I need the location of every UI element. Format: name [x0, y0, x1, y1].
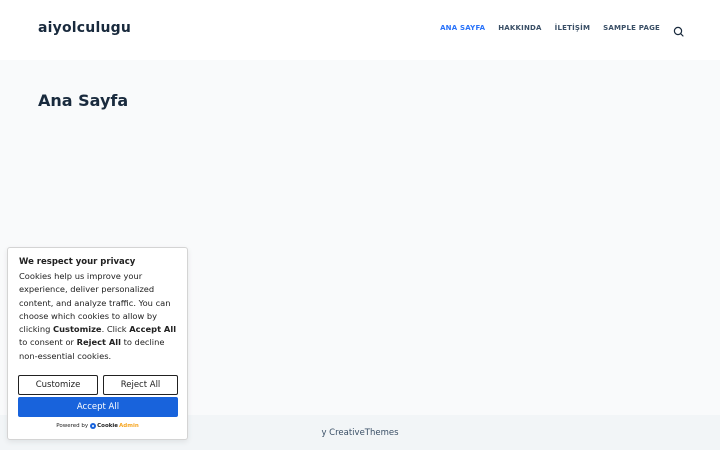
nav-item-ana-sayfa[interactable]: ANA SAYFA: [440, 24, 485, 32]
powered-by: Powered by Cookie Admin: [8, 423, 187, 429]
site-header: aiyolculugu ANA SAYFA HAKKINDA İLETİŞİM …: [0, 0, 720, 60]
footer-prefix: y: [321, 428, 330, 438]
search-icon: [673, 26, 684, 37]
cookie-icon: [90, 423, 97, 429]
customize-button[interactable]: Customize: [18, 375, 98, 395]
reject-all-button[interactable]: Reject All: [103, 375, 178, 395]
nav-item-iletisim[interactable]: İLETİŞİM: [555, 24, 590, 32]
cookieadmin-brand-part1: Cookie: [97, 423, 119, 429]
cookie-banner-title: We respect your privacy: [19, 257, 136, 267]
footer-creator-link[interactable]: CreativeThemes: [329, 428, 398, 438]
cookie-consent-banner: We respect your privacy Cookies help us …: [7, 247, 188, 440]
site-title-link[interactable]: aiyolculugu: [38, 20, 131, 36]
cookieadmin-brand-part2: Admin: [119, 423, 139, 429]
cookie-banner-description: Cookies help us improve your experience,…: [19, 271, 177, 361]
nav-item-sample-page[interactable]: SAMPLE PAGE: [603, 24, 660, 32]
cookieadmin-logo[interactable]: Cookie Admin: [90, 423, 139, 429]
accept-all-button[interactable]: Accept All: [18, 397, 178, 417]
search-button[interactable]: [672, 24, 686, 38]
nav-item-hakkinda[interactable]: HAKKINDA: [498, 24, 541, 32]
powered-by-label: Powered by: [56, 423, 89, 429]
page-title: Ana Sayfa: [38, 91, 129, 110]
main-nav: ANA SAYFA HAKKINDA İLETİŞİM SAMPLE PAGE: [440, 24, 660, 32]
